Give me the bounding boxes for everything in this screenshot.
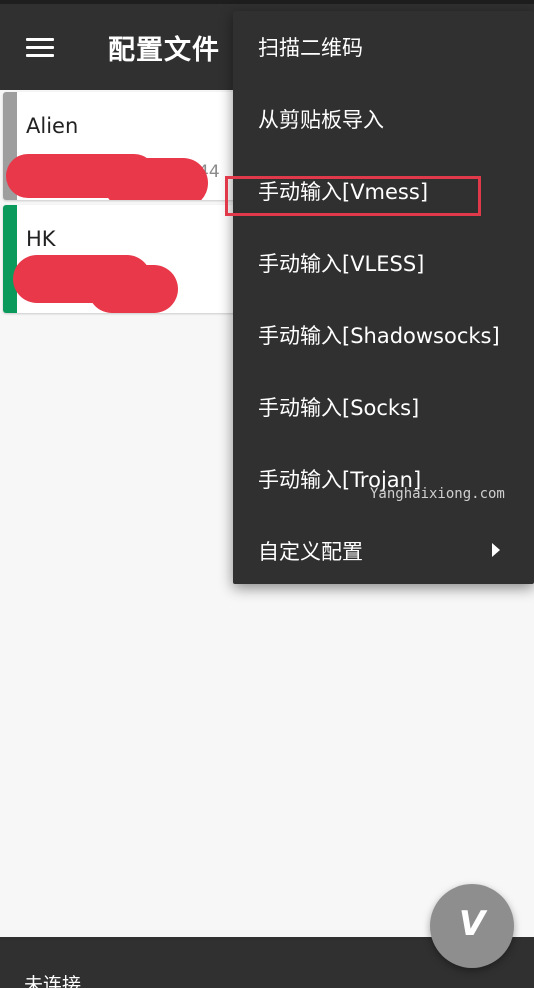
menu-item-label: 自定义配置	[258, 540, 363, 564]
menu-line	[26, 54, 54, 57]
menu-item-import-clipboard[interactable]: 从剪贴板导入	[233, 83, 534, 153]
menu-item-label: 扫描二维码	[258, 36, 363, 60]
hamburger-menu-icon[interactable]	[22, 32, 62, 62]
menu-item-manual-socks[interactable]: 手动输入[Socks]	[233, 371, 534, 441]
menu-item-label: 手动输入[VLESS]	[258, 252, 425, 276]
connection-status-text: 未连接	[24, 974, 82, 988]
menu-line	[26, 38, 54, 41]
menu-item-manual-vmess[interactable]: 手动输入[Vmess]	[233, 155, 534, 225]
menu-item-scan-qr[interactable]: 扫描二维码	[233, 11, 534, 81]
menu-item-label: 从剪贴板导入	[258, 108, 384, 132]
server-name: HK	[26, 227, 56, 251]
app-window: 配置文件 Alien 44 HK 扫描二维码 从剪贴板导入 手动输入[Vmess…	[0, 0, 534, 988]
menu-item-custom-config[interactable]: 自定义配置	[233, 515, 534, 585]
menu-item-label: 手动输入[Vmess]	[258, 180, 429, 204]
menu-item-manual-trojan[interactable]: 手动输入[Trojan]	[233, 443, 534, 513]
server-status-stripe	[3, 205, 17, 313]
v-logo-icon: V	[458, 904, 486, 944]
connect-fab-button[interactable]: V	[430, 884, 514, 968]
menu-item-label: 手动输入[Shadowsocks]	[258, 324, 500, 348]
server-name: Alien	[26, 114, 79, 138]
page-title: 配置文件	[108, 35, 220, 66]
menu-line	[26, 46, 54, 49]
redaction-mark	[103, 158, 208, 200]
menu-item-manual-shadowsocks[interactable]: 手动输入[Shadowsocks]	[233, 299, 534, 369]
menu-item-label: 手动输入[Socks]	[258, 396, 420, 420]
chevron-right-icon	[492, 543, 500, 557]
watermark-text: Yanghaixiong.com	[370, 486, 505, 502]
redaction-mark	[88, 265, 178, 313]
menu-item-manual-vless[interactable]: 手动输入[VLESS]	[233, 227, 534, 297]
